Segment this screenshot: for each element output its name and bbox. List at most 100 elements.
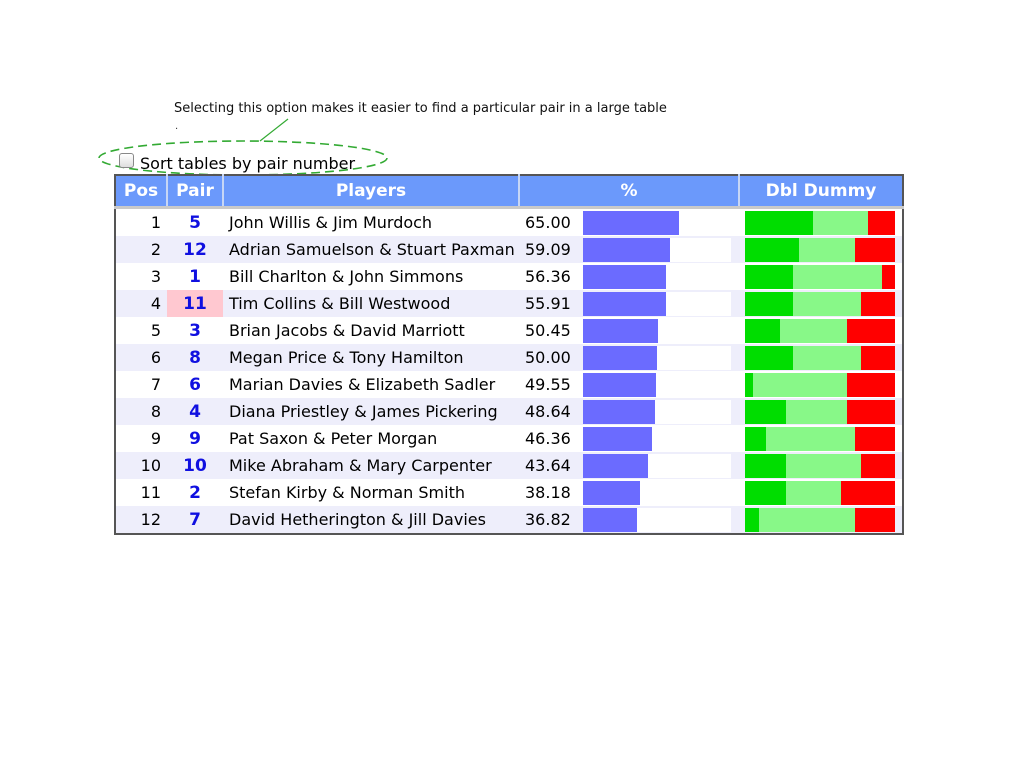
table-row[interactable]: 6 8 Megan Price & Tony Hamilton 50.00 bbox=[115, 344, 903, 371]
dd-segment-down bbox=[860, 453, 895, 478]
dd-segment-made bbox=[745, 264, 793, 289]
row-pair-number[interactable]: 1 bbox=[167, 263, 223, 290]
table-row[interactable]: 1 5 John Willis & Jim Murdoch 65.00 bbox=[115, 207, 903, 236]
sort-by-pair-option[interactable]: Sort tables by pair number bbox=[119, 150, 355, 173]
row-players: Adrian Samuelson & Stuart Paxman bbox=[223, 236, 519, 263]
row-position: 1 bbox=[115, 207, 167, 236]
row-percentage-cell: 56.36 bbox=[519, 263, 739, 290]
percentage-bar bbox=[583, 210, 680, 235]
row-pair-number[interactable]: 10 bbox=[167, 452, 223, 479]
percentage-bar-track bbox=[583, 237, 731, 262]
row-pair-number[interactable]: 2 bbox=[167, 479, 223, 506]
dd-segment-down bbox=[860, 291, 895, 316]
double-dummy-bar bbox=[745, 318, 895, 343]
table-row[interactable]: 3 1 Bill Charlton & John Simmons 56.36 bbox=[115, 263, 903, 290]
table-row[interactable]: 4 11 Tim Collins & Bill Westwood 55.91 bbox=[115, 290, 903, 317]
dd-segment-down bbox=[854, 237, 895, 262]
percentage-bar bbox=[583, 291, 666, 316]
callout-pointer-line bbox=[259, 118, 289, 142]
dd-segment-down bbox=[847, 399, 895, 424]
header-percentage[interactable]: % bbox=[518, 175, 739, 209]
table-row[interactable]: 9 9 Pat Saxon & Peter Morgan 46.36 bbox=[115, 425, 903, 452]
table-row[interactable]: 7 6 Marian Davies & Elizabeth Sadler 49.55 bbox=[115, 371, 903, 398]
percentage-bar-track bbox=[583, 345, 731, 370]
header-players[interactable]: Players bbox=[222, 175, 519, 209]
row-percentage-value: 36.82 bbox=[525, 510, 571, 529]
row-players: Diana Priestley & James Pickering bbox=[223, 398, 519, 425]
table-row[interactable]: 8 4 Diana Priestley & James Pickering 48.64 bbox=[115, 398, 903, 425]
row-position: 12 bbox=[115, 506, 167, 534]
double-dummy-bar bbox=[745, 480, 895, 505]
row-pair-number[interactable]: 12 bbox=[167, 236, 223, 263]
row-position: 11 bbox=[115, 479, 167, 506]
double-dummy-bar bbox=[745, 345, 895, 370]
percentage-bar-track bbox=[583, 210, 731, 235]
row-pair-number[interactable]: 3 bbox=[167, 317, 223, 344]
row-players: Megan Price & Tony Hamilton bbox=[223, 344, 519, 371]
table-row[interactable]: 10 10 Mike Abraham & Mary Carpenter 43.64 bbox=[115, 452, 903, 479]
double-dummy-bar bbox=[745, 399, 895, 424]
dd-segment-neutral bbox=[785, 399, 847, 424]
dd-segment-neutral bbox=[793, 264, 882, 289]
double-dummy-bar bbox=[745, 507, 895, 532]
percentage-bar-track bbox=[583, 318, 731, 343]
header-pair[interactable]: Pair bbox=[166, 175, 223, 209]
percentage-bar bbox=[583, 507, 638, 532]
dd-segment-made bbox=[745, 453, 786, 478]
row-double-dummy-cell bbox=[739, 371, 903, 398]
row-percentage-cell: 43.64 bbox=[519, 452, 739, 479]
percentage-bar-track bbox=[583, 264, 731, 289]
dd-segment-made bbox=[745, 426, 766, 451]
percentage-bar bbox=[583, 264, 667, 289]
dd-segment-neutral bbox=[799, 237, 855, 262]
row-percentage-value: 59.09 bbox=[525, 240, 571, 259]
header-double-dummy[interactable]: Dbl Dummy bbox=[738, 175, 903, 209]
percentage-bar bbox=[583, 345, 657, 370]
row-position: 3 bbox=[115, 263, 167, 290]
percentage-bar-track bbox=[583, 291, 731, 316]
dd-segment-neutral bbox=[766, 426, 855, 451]
row-pair-number[interactable]: 6 bbox=[167, 371, 223, 398]
sort-by-pair-label[interactable]: Sort tables by pair number bbox=[140, 154, 355, 173]
percentage-bar-track bbox=[583, 507, 731, 532]
row-pair-number[interactable]: 8 bbox=[167, 344, 223, 371]
row-players: David Hetherington & Jill Davies bbox=[223, 506, 519, 534]
row-double-dummy-cell bbox=[739, 207, 903, 236]
row-double-dummy-cell bbox=[739, 317, 903, 344]
row-position: 10 bbox=[115, 452, 167, 479]
table-row[interactable]: 11 2 Stefan Kirby & Norman Smith 38.18 bbox=[115, 479, 903, 506]
double-dummy-bar bbox=[745, 237, 895, 262]
dd-segment-made bbox=[745, 237, 799, 262]
row-percentage-cell: 59.09 bbox=[519, 236, 739, 263]
dd-segment-down bbox=[841, 480, 895, 505]
percentage-bar bbox=[583, 237, 671, 262]
row-pair-number[interactable]: 11 bbox=[167, 290, 223, 317]
table-row[interactable]: 2 12 Adrian Samuelson & Stuart Paxman 59.09 bbox=[115, 236, 903, 263]
percentage-bar-track bbox=[583, 372, 731, 397]
percentage-bar-track bbox=[583, 480, 731, 505]
dd-segment-neutral bbox=[779, 318, 847, 343]
table-row[interactable]: 12 7 David Hetherington & Jill Davies 36.82 bbox=[115, 506, 903, 534]
row-percentage-value: 48.64 bbox=[525, 402, 571, 421]
dd-segment-neutral bbox=[793, 345, 861, 370]
dd-segment-made bbox=[745, 210, 813, 235]
percentage-bar bbox=[583, 426, 652, 451]
row-percentage-cell: 50.00 bbox=[519, 344, 739, 371]
row-pair-number[interactable]: 9 bbox=[167, 425, 223, 452]
header-pos[interactable]: Pos bbox=[115, 175, 167, 209]
row-pair-number[interactable]: 5 bbox=[167, 207, 223, 236]
sort-by-pair-checkbox[interactable] bbox=[119, 153, 134, 168]
percentage-bar bbox=[583, 480, 640, 505]
table-row[interactable]: 5 3 Brian Jacobs & David Marriott 50.45 bbox=[115, 317, 903, 344]
row-players: Stefan Kirby & Norman Smith bbox=[223, 479, 519, 506]
row-percentage-value: 49.55 bbox=[525, 375, 571, 394]
row-pair-number[interactable]: 4 bbox=[167, 398, 223, 425]
row-pair-number[interactable]: 7 bbox=[167, 506, 223, 534]
row-percentage-cell: 49.55 bbox=[519, 371, 739, 398]
row-percentage-value: 50.45 bbox=[525, 321, 571, 340]
row-position: 6 bbox=[115, 344, 167, 371]
dd-segment-down bbox=[881, 264, 895, 289]
dd-segment-down bbox=[854, 426, 895, 451]
percentage-bar bbox=[583, 372, 657, 397]
row-double-dummy-cell bbox=[739, 398, 903, 425]
